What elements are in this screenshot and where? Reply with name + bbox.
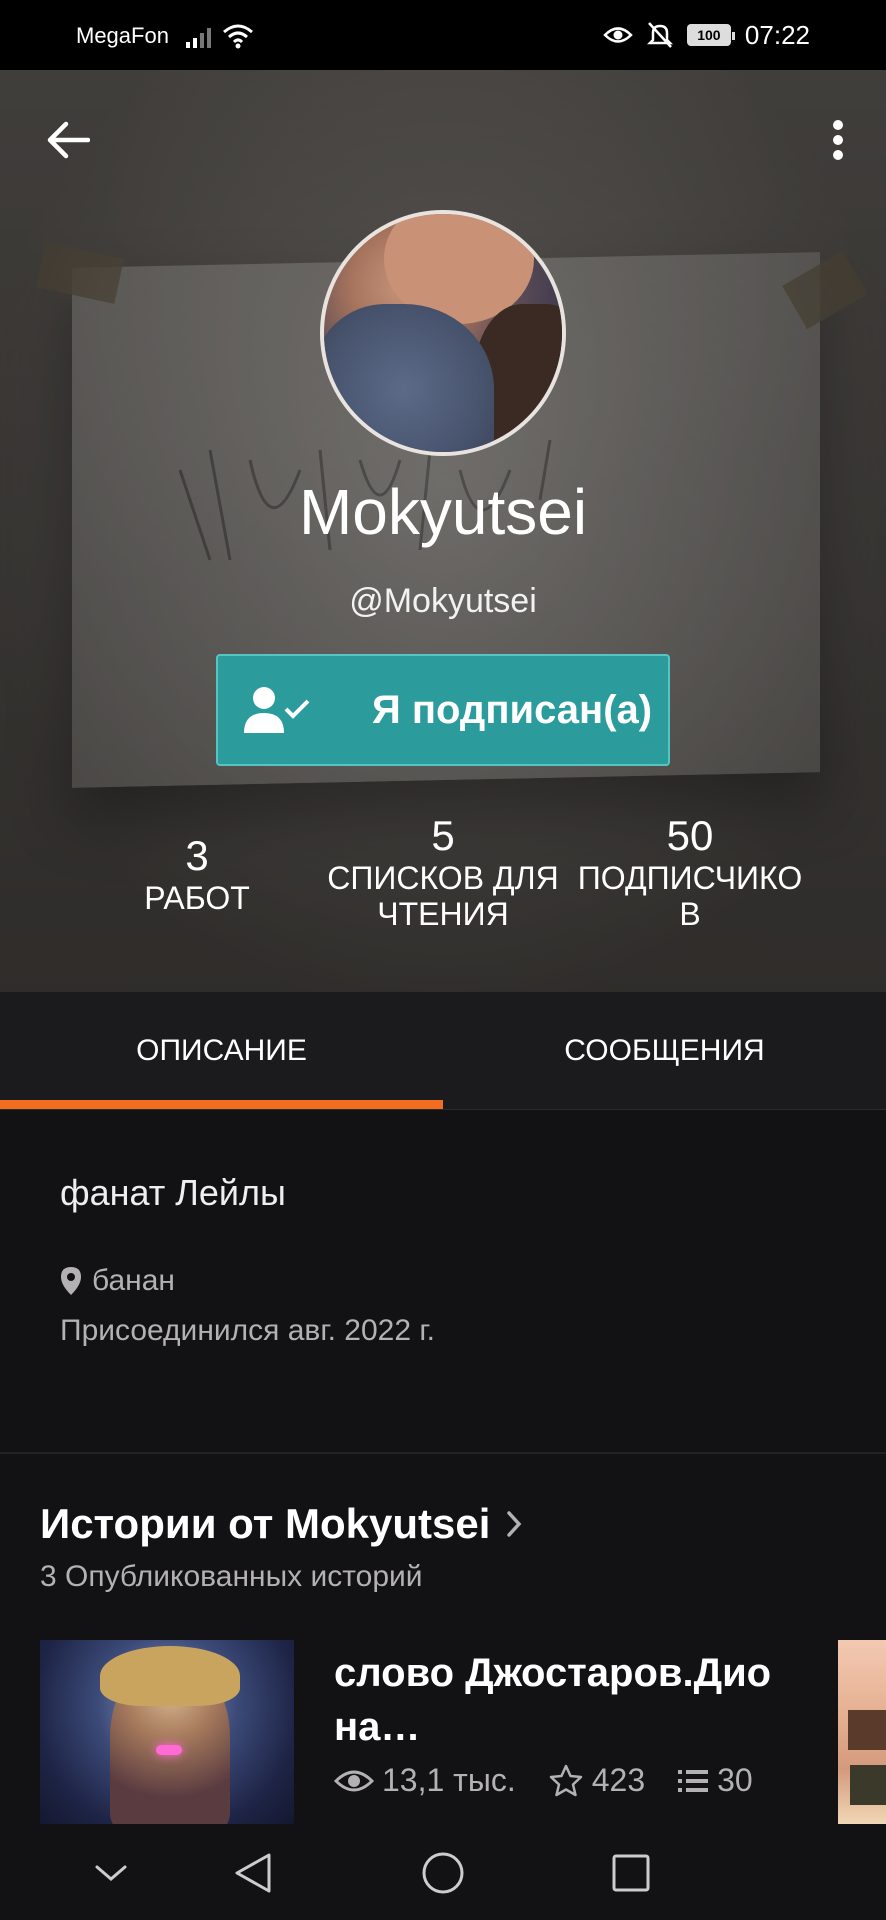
more-vertical-icon <box>833 120 843 160</box>
cover-detail <box>848 1710 886 1750</box>
next-story-cover[interactable] <box>838 1640 886 1824</box>
mute-bell-icon <box>646 22 673 48</box>
wifi-icon <box>223 24 253 49</box>
stories-count: 3 Опубликованных историй <box>40 1560 423 1593</box>
stat-label: РАБОТ <box>144 880 250 916</box>
nav-home-button[interactable] <box>418 1848 468 1898</box>
nav-recents-button[interactable] <box>606 1848 656 1898</box>
profile-name: Mokyutsei <box>298 476 588 548</box>
views-count: 13,1 тыс. <box>382 1762 516 1798</box>
stat-label: СПИСКОВ ДЛЯ ЧТЕНИЯ <box>327 860 559 932</box>
profile-handle: @Mokyutsei <box>349 582 537 620</box>
stat-followers[interactable]: 50 ПОДПИСЧИКО В <box>568 812 812 932</box>
following-label: Я подписан(а) <box>372 687 653 732</box>
stat-value: 50 <box>666 812 714 859</box>
story-views: 13,1 тыс. <box>334 1762 516 1799</box>
hide-nav-button[interactable] <box>86 1848 136 1898</box>
story-votes: 423 <box>548 1762 645 1799</box>
location-text: банан <box>92 1264 175 1297</box>
joined-date: Присоединился авг. 2022 г. <box>60 1314 435 1347</box>
battery-icon: 100 <box>686 24 735 46</box>
following-button[interactable]: Я подписан(а) <box>216 654 670 766</box>
story-cover[interactable] <box>40 1640 294 1824</box>
clock: 07:22 <box>744 19 810 50</box>
eye-icon <box>603 27 633 43</box>
story-stats: 13,1 тыс. 423 30 <box>334 1762 785 1799</box>
section-divider <box>0 1452 886 1454</box>
chevron-right-icon <box>507 1511 522 1537</box>
bio-text: фанат Лейлы <box>60 1172 286 1213</box>
story-parts: 30 <box>677 1762 753 1799</box>
stat-value: 3 <box>185 832 209 879</box>
tab-messages[interactable]: СООБЩЕНИЯ <box>443 992 886 1110</box>
list-icon <box>678 1769 709 1792</box>
active-tab-indicator <box>0 1100 443 1109</box>
tab-description[interactable]: ОПИСАНИЕ <box>0 992 443 1110</box>
system-nav-bar <box>0 1826 886 1920</box>
user-check-icon <box>244 687 310 733</box>
back-button[interactable] <box>40 112 96 168</box>
avatar[interactable] <box>320 210 566 456</box>
story-title[interactable]: слово Джостаров.Дио на… <box>334 1646 794 1754</box>
stat-value: 5 <box>431 812 455 859</box>
star-icon <box>549 1764 582 1796</box>
cover-hair <box>100 1646 240 1706</box>
stories-title: Истории от Mokyutsei <box>40 1500 491 1547</box>
signal-icon <box>186 28 211 48</box>
eye-icon <box>334 1770 374 1791</box>
nav-back-button[interactable] <box>228 1848 278 1898</box>
profile-header: Mokyutsei @Mokyutsei Я подписан(а) 3 РАБ… <box>0 70 886 992</box>
arrow-left-icon <box>47 121 90 159</box>
circle-home-icon <box>422 1852 464 1894</box>
stat-label: ПОДПИСЧИКО В <box>577 860 803 932</box>
chevron-down-icon <box>95 1865 127 1881</box>
location-pin-icon <box>61 1267 81 1295</box>
location: банан <box>60 1264 175 1298</box>
more-options-button[interactable] <box>818 112 858 168</box>
status-bar: MegaFon 100 07:22 <box>0 0 886 70</box>
avatar-mask <box>324 304 494 452</box>
cover-glow <box>156 1745 182 1755</box>
square-recents-icon <box>612 1854 650 1892</box>
status-right: 100 07:22 <box>603 18 810 52</box>
about-section: фанат Лейлы банан Присоединился авг. 202… <box>0 1112 886 1452</box>
votes-count: 423 <box>591 1762 646 1798</box>
parts-count: 30 <box>717 1762 753 1798</box>
stat-reading-lists[interactable]: 5 СПИСКОВ ДЛЯ ЧТЕНИЯ <box>318 812 568 932</box>
carrier-name: MegaFon <box>76 23 169 48</box>
stat-works[interactable]: 3 РАБОТ <box>120 832 274 916</box>
triangle-back-icon <box>235 1853 271 1893</box>
stories-header[interactable]: Истории от Mokyutsei <box>40 1500 522 1548</box>
cover-detail <box>850 1765 886 1805</box>
profile-tabs: ОПИСАНИЕ СООБЩЕНИЯ <box>0 992 886 1110</box>
